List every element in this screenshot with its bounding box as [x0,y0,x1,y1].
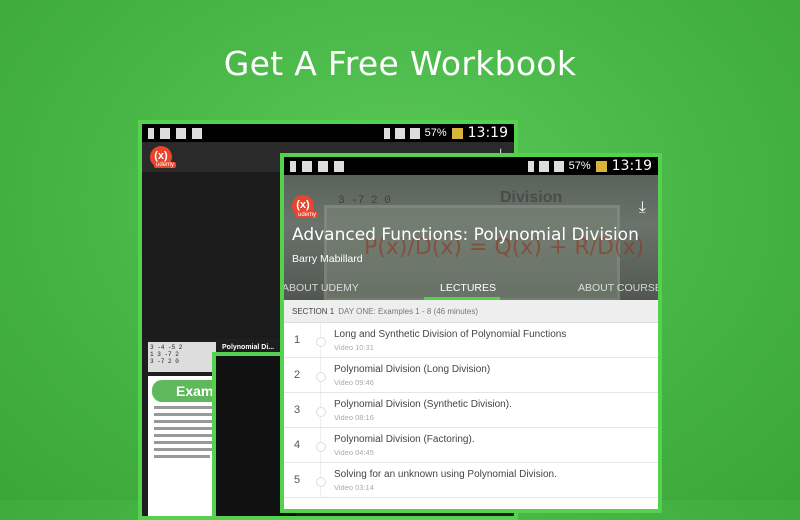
front-phone-screenshot: 57% 13:19 3 -7 2 0 Division P(x)/D(x) = … [280,153,662,513]
section-title: DAY ONE: Examples 1 - 8 (46 minutes) [338,306,478,316]
udemy-logo-wrap[interactable]: (x) udemy [292,195,319,218]
status-bar: 57% 13:19 [284,157,658,175]
lecture-number: 5 [294,474,301,486]
battery-icon [595,160,607,172]
lecture-number: 3 [294,404,301,416]
headline: Get A Free Workbook [223,44,577,83]
udemy-logo-sub: udemy [296,212,319,218]
lecture-meta: Video 08:16 [334,413,374,422]
status-bar: 57% 13:19 [142,124,514,142]
notification-icon [176,127,186,139]
lecture-row[interactable]: 4 Polynomial Division (Factoring). Video… [284,428,658,463]
lecture-meta: Video 10:31 [334,343,374,352]
tab-about-course[interactable]: ABOUT COURSE [578,282,658,294]
sd-card-icon [160,127,170,139]
clock: 13:19 [467,125,508,141]
wifi-icon [394,127,405,139]
lecture-meta: Video 04:45 [334,448,374,457]
thumb-title: Polynomial Di... [222,344,275,351]
udemy-logo-sub: udemy [154,162,177,168]
signal-icon [553,160,564,172]
lecture-row[interactable]: 5 Solving for an unknown using Polynomia… [284,463,658,498]
battery-percent: 57% [424,127,447,139]
battery-icon [451,127,463,139]
progress-dot-icon [316,407,326,417]
lecture-title: Polynomial Division (Long Division) [334,364,491,375]
usb-icon [290,160,296,172]
wifi-icon [538,160,549,172]
image-icon [192,127,202,139]
download-icon[interactable]: ⤓ [639,199,646,217]
lecture-row[interactable]: 2 Polynomial Division (Long Division) Vi… [284,358,658,393]
lecture-title: Polynomial Division (Synthetic Division)… [334,399,512,410]
section-label: SECTION 1 [292,306,335,316]
text-line [154,455,210,458]
tab-lectures[interactable]: LECTURES [440,282,496,294]
active-tab-indicator [424,297,500,300]
lecture-number: 4 [294,439,301,451]
course-title: Advanced Functions: Polynomial Division [292,225,639,245]
clock: 13:19 [611,158,652,174]
progress-dot-icon [316,477,326,487]
progress-dot-icon [316,337,326,347]
section-header: SECTION 1 DAY ONE: Examples 1 - 8 (46 mi… [284,300,658,323]
sd-card-icon [302,160,312,172]
thumb-row: 3 -4 -5 2 [150,344,183,351]
thumb-row: 3 -7 2 0 [150,358,179,365]
signal-icon [409,127,420,139]
lecture-title: Long and Synthetic Division of Polynomia… [334,329,567,340]
mute-icon [383,127,390,139]
usb-icon [148,127,154,139]
lecture-number: 1 [294,334,301,346]
mute-icon [527,160,534,172]
image-icon [334,160,344,172]
lecture-title: Polynomial Division (Factoring). [334,434,475,445]
lecture-number: 2 [294,369,301,381]
lecture-row[interactable]: 1 Long and Synthetic Division of Polynom… [284,323,658,358]
tab-about-udemy[interactable]: ABOUT UDEMY [284,282,359,294]
thumb-row: 1 3 -7 2 [150,351,179,358]
course-author: Barry Mabillard [292,253,363,265]
lecture-row[interactable]: 3 Polynomial Division (Synthetic Divisio… [284,393,658,428]
notification-icon [318,160,328,172]
battery-percent: 57% [568,160,591,172]
progress-dot-icon [316,372,326,382]
lecture-title: Solving for an unknown using Polynomial … [334,469,557,480]
tab-bar: ABOUT UDEMY LECTURES ABOUT COURSE [284,279,658,300]
lecture-meta: Video 03:14 [334,483,374,492]
course-header: 3 -7 2 0 Division P(x)/D(x) = Q(x) + R/D… [284,175,658,300]
lecture-meta: Video 09:46 [334,378,374,387]
lecture-thumbnail[interactable]: 3 -4 -5 2 1 3 -7 2 3 -7 2 0 [148,342,216,372]
progress-dot-icon [316,442,326,452]
